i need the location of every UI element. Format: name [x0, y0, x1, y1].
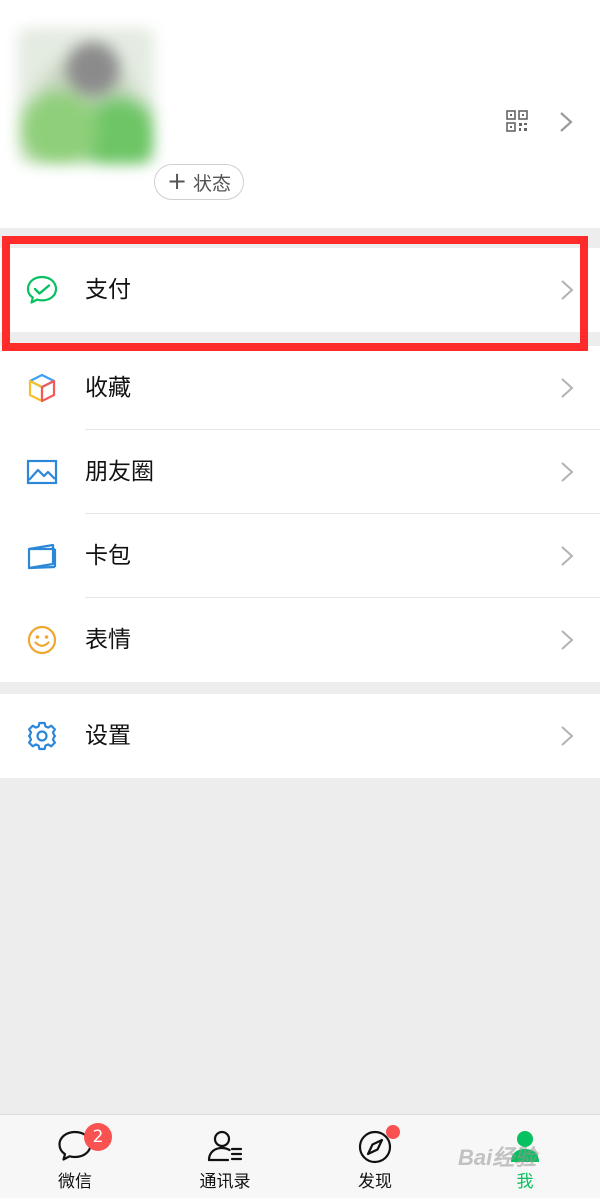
- qr-code-icon[interactable]: [506, 110, 528, 132]
- smiley-face-icon: [27, 625, 57, 655]
- menu-item-moments[interactable]: 朋友圈: [0, 430, 600, 514]
- menu-item-settings[interactable]: 设置: [0, 694, 600, 778]
- pay-group: 支付: [0, 248, 600, 332]
- menu-item-label: 卡包: [85, 543, 131, 569]
- chevron-right-icon: [561, 546, 574, 566]
- favorites-cube-icon: [28, 373, 56, 403]
- menu-item-label: 表情: [85, 627, 131, 653]
- tab-discover[interactable]: 发现: [300, 1115, 450, 1198]
- menu-item-label: 收藏: [85, 375, 131, 401]
- tab-label: 通讯录: [199, 1172, 251, 1192]
- unread-badge: 2: [84, 1123, 112, 1151]
- contacts-icon: [207, 1130, 243, 1162]
- tab-label: 微信: [58, 1172, 92, 1192]
- moments-image-icon: [26, 459, 58, 485]
- chevron-right-icon: [561, 462, 574, 482]
- plus-icon: +: [166, 167, 188, 195]
- settings-group: 设置: [0, 694, 600, 778]
- menu-item-card-wallet[interactable]: 卡包: [0, 514, 600, 598]
- menu-item-favorites[interactable]: 收藏: [0, 346, 600, 430]
- chevron-right-icon: [561, 280, 574, 300]
- add-status-button[interactable]: + 状态: [154, 164, 244, 200]
- menu-item-label: 支付: [85, 277, 131, 303]
- avatar[interactable]: [18, 28, 154, 164]
- new-dot-badge: [386, 1125, 400, 1139]
- watermark: Bai经验: [458, 1145, 537, 1170]
- tab-chats[interactable]: 2 微信: [0, 1115, 150, 1198]
- chevron-right-icon: [561, 378, 574, 398]
- tab-label: 发现: [358, 1172, 392, 1192]
- wechat-pay-icon: [26, 275, 58, 304]
- tab-contacts[interactable]: 通讯录: [150, 1115, 300, 1198]
- profile-header[interactable]: + 状态: [0, 0, 600, 228]
- card-wallet-icon: [27, 543, 57, 570]
- chevron-right-icon: [561, 630, 574, 650]
- gear-icon: [27, 721, 57, 751]
- menu-item-label: 设置: [85, 723, 131, 749]
- menu-item-pay[interactable]: 支付: [0, 248, 600, 332]
- menu-item-label: 朋友圈: [85, 459, 154, 485]
- features-group: 收藏 朋友圈 卡包 表情: [0, 346, 600, 682]
- menu-item-stickers[interactable]: 表情: [0, 598, 600, 682]
- chevron-right-icon: [561, 726, 574, 746]
- chevron-right-icon[interactable]: [558, 110, 574, 134]
- status-label: 状态: [193, 172, 232, 195]
